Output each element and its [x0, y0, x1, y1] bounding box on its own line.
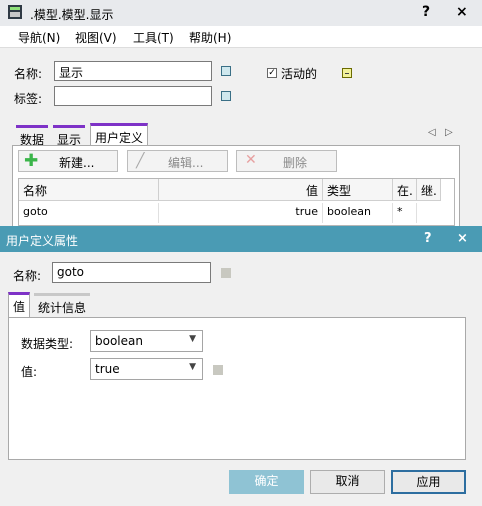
datatype-select-value: boolean	[95, 334, 143, 348]
name-label: 名称:	[14, 67, 43, 81]
edit-button[interactable]: ╱ 编辑...	[127, 150, 228, 172]
app-icon	[8, 5, 22, 19]
pencil-icon: ╱	[136, 153, 145, 169]
cell-at: *	[393, 203, 417, 223]
tab-next-icon[interactable]: ▷	[445, 127, 453, 138]
dialog-tab-value[interactable]: 值	[8, 292, 31, 317]
tab-data[interactable]: 数据	[16, 125, 49, 147]
col-header-type[interactable]: 类型	[323, 179, 393, 201]
value-panel: 数据类型: boolean ▼ 值: true ▼	[8, 317, 466, 460]
new-button-label: 新建...	[59, 156, 95, 170]
cancel-button[interactable]: 取消	[310, 470, 385, 494]
tab-display[interactable]: 显示	[53, 125, 86, 147]
table-row[interactable]: goto true boolean *	[19, 203, 456, 223]
name-field[interactable]: 显示	[54, 61, 212, 81]
dialog-name-label: 名称:	[13, 269, 42, 283]
menu-view[interactable]: 视图(V)	[75, 29, 117, 46]
dialog-close-button[interactable]: ×	[457, 231, 468, 246]
plus-icon: ✚	[24, 151, 39, 171]
tag-label: 标签:	[14, 92, 43, 106]
close-button[interactable]: ×	[456, 4, 468, 20]
dialog-titlebar: 用户定义属性 ? ×	[0, 226, 482, 252]
col-header-name[interactable]: 名称	[19, 179, 159, 201]
value-indicator-icon[interactable]	[213, 365, 223, 375]
active-checkbox[interactable]: ✓	[267, 68, 277, 78]
tab-user-defined[interactable]: 用户定义	[90, 123, 149, 145]
col-header-value[interactable]: 值	[159, 179, 323, 201]
menu-help[interactable]: 帮助(H)	[189, 29, 231, 46]
dialog-name-indicator-icon[interactable]	[221, 268, 231, 278]
dialog-tab-statistics[interactable]: 统计信息	[34, 293, 91, 315]
properties-table: 名称 值 类型 在. 继. goto true boolean *	[18, 178, 455, 226]
back-window-titlebar: .模型.模型.显示 ? ×	[0, 0, 482, 26]
menubar: 导航(N) 视图(V) 工具(T) 帮助(H)	[0, 26, 482, 48]
delete-button-label: 删除	[283, 156, 308, 170]
chevron-down-icon: ▼	[189, 334, 196, 344]
chevron-down-icon: ▼	[189, 362, 196, 372]
col-header-inherit[interactable]: 继.	[417, 179, 441, 201]
delete-button[interactable]: ✕ 删除	[236, 150, 337, 172]
dialog-name-field[interactable]: goto	[52, 262, 211, 283]
edit-button-label: 编辑...	[168, 156, 204, 170]
cell-value: true	[159, 203, 323, 223]
dialog-title: 用户定义属性	[6, 234, 79, 248]
tag-indicator-icon[interactable]	[221, 91, 231, 101]
dialog-help-button[interactable]: ?	[424, 231, 432, 246]
new-button[interactable]: ✚ 新建...	[18, 150, 118, 172]
active-label: 活动的	[281, 67, 318, 81]
datatype-select[interactable]: boolean ▼	[90, 330, 203, 352]
name-indicator-icon[interactable]	[221, 66, 231, 76]
datatype-label: 数据类型:	[21, 337, 74, 351]
menu-navigate[interactable]: 导航(N)	[18, 29, 60, 46]
value-label: 值:	[21, 365, 38, 379]
cell-type: boolean	[323, 203, 393, 223]
ok-button[interactable]: 确定	[229, 470, 304, 494]
delete-x-icon: ✕	[245, 152, 257, 168]
value-select-value: true	[95, 362, 120, 376]
menu-tools[interactable]: 工具(T)	[133, 29, 174, 46]
tag-field[interactable]	[54, 86, 212, 106]
col-header-at[interactable]: 在.	[393, 179, 417, 201]
cell-name: goto	[19, 203, 159, 223]
tab-prev-icon[interactable]: ◁	[428, 127, 436, 138]
user-defined-property-dialog: 用户定义属性 ? × 名称: goto 值 统计信息 数据类型: boolean…	[0, 226, 482, 506]
apply-button[interactable]: 应用	[391, 470, 466, 494]
minus-icon[interactable]	[342, 68, 352, 78]
back-window-title: .模型.模型.显示	[30, 8, 114, 22]
help-button[interactable]: ?	[422, 4, 430, 20]
value-select[interactable]: true ▼	[90, 358, 203, 380]
